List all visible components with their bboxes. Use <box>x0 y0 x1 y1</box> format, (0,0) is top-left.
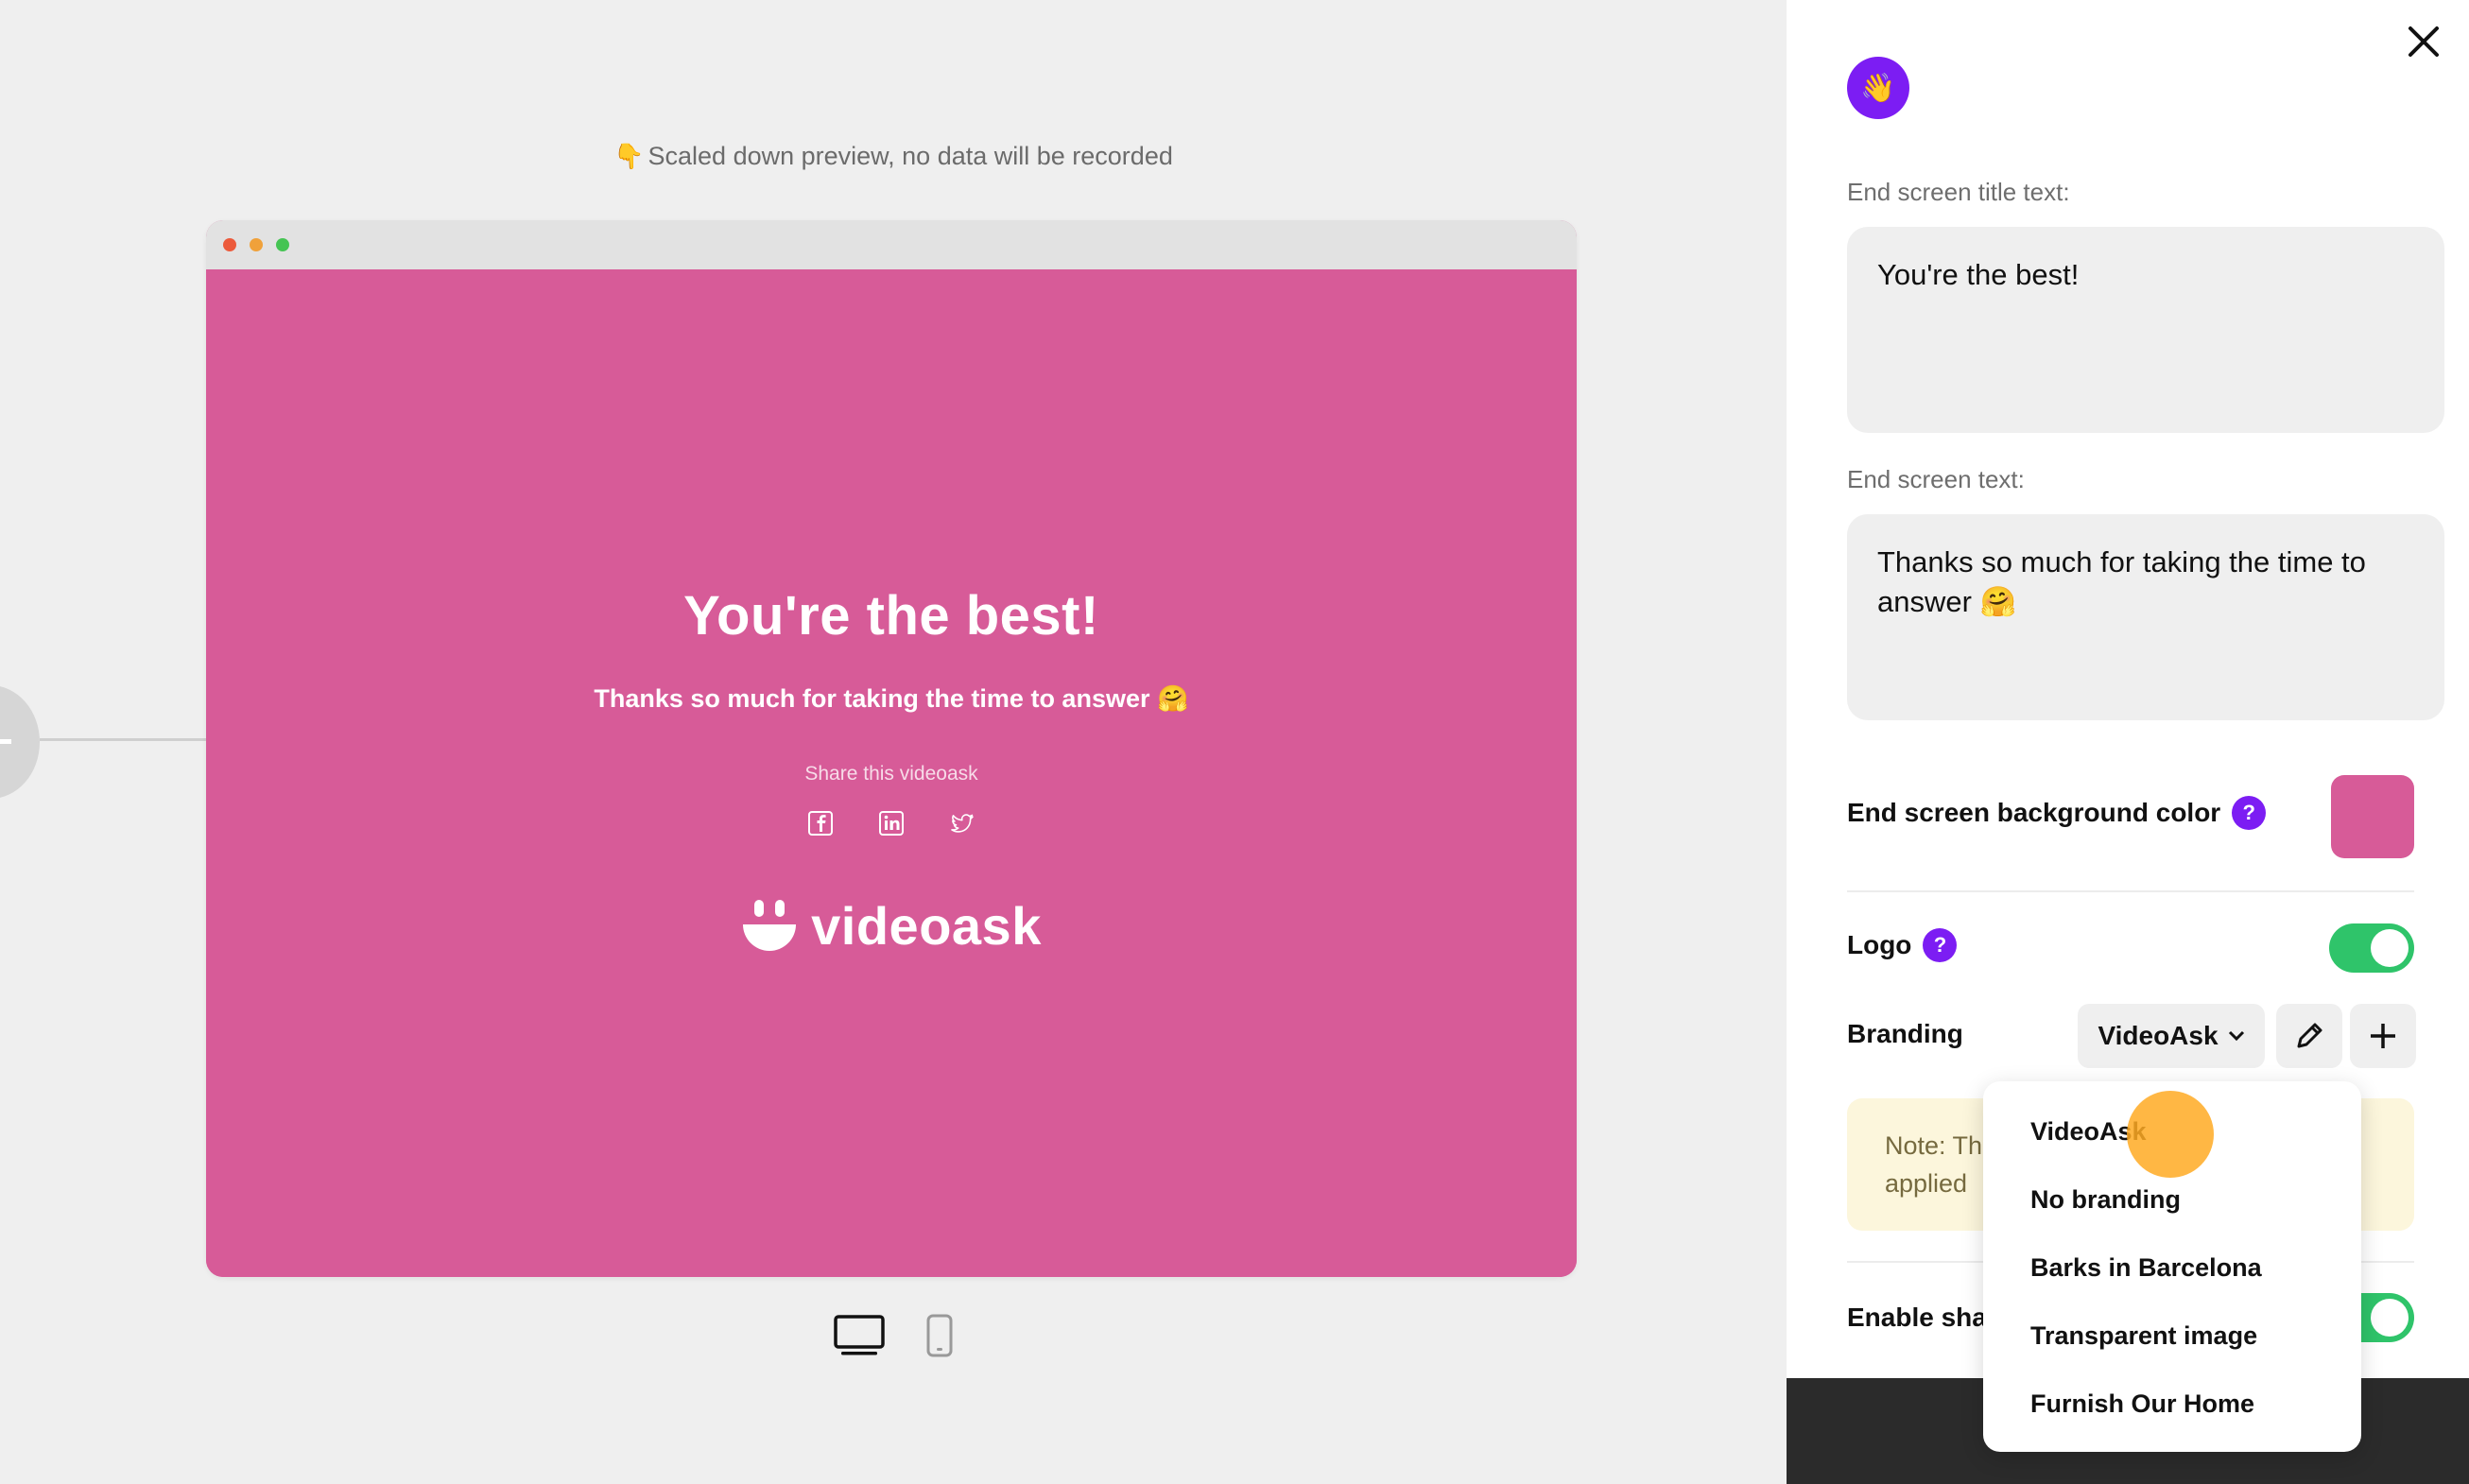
desktop-icon[interactable] <box>834 1315 885 1356</box>
preview-note-text: Scaled down preview, no data will be rec… <box>647 142 1173 170</box>
flow-connector-node[interactable] <box>0 685 40 799</box>
chevron-down-icon <box>2228 1030 2244 1042</box>
window-close-dot <box>223 238 236 251</box>
enable-share-label: Enable shar <box>1847 1303 1997 1332</box>
bg-color-swatch[interactable] <box>2331 775 2414 858</box>
browser-title-bar <box>206 220 1577 269</box>
twitter-icon[interactable] <box>949 810 976 837</box>
bg-color-row: End screen background color ? <box>1847 796 2267 830</box>
branding-select[interactable]: VideoAsk <box>2078 1004 2265 1068</box>
device-toggle <box>0 1314 1787 1357</box>
preview-area: 👇 Scaled down preview, no data will be re… <box>0 0 1787 1484</box>
mobile-icon[interactable] <box>926 1314 953 1357</box>
share-label: Share this videoask <box>804 763 978 785</box>
pencil-icon <box>2297 1023 2322 1048</box>
add-branding-button[interactable] <box>2350 1004 2416 1068</box>
facebook-icon[interactable] <box>807 810 834 837</box>
window-maximize-dot <box>276 238 289 251</box>
bg-color-label: End screen background color <box>1847 798 2221 827</box>
logo-toggle[interactable] <box>2329 923 2414 973</box>
waving-hand-icon: 👋 <box>1847 57 1909 119</box>
end-screen-canvas: You're the best! Thanks so much for taki… <box>206 269 1577 1277</box>
logo-label: Logo <box>1847 930 1912 959</box>
close-icon[interactable] <box>2403 21 2444 62</box>
menu-item-barks-in-barcelona[interactable]: Barks in Barcelona <box>2030 1253 2262 1283</box>
cursor-highlight <box>2127 1091 2214 1178</box>
end-screen-title-input[interactable]: You're the best! <box>1847 227 2444 433</box>
window-minimize-dot <box>250 238 263 251</box>
branding-selected-value: VideoAsk <box>2098 1021 2219 1050</box>
end-screen-title: You're the best! <box>683 585 1099 647</box>
end-screen-text: Thanks so much for taking the time to an… <box>594 684 1189 713</box>
preview-note: 👇 Scaled down preview, no data will be re… <box>0 142 1787 171</box>
end-screen-text-input[interactable]: Thanks so much for taking the time to an… <box>1847 514 2444 720</box>
flow-connector-line <box>40 738 210 741</box>
help-icon[interactable]: ? <box>2232 796 2267 830</box>
text-field-label: End screen text: <box>1847 465 2025 493</box>
help-icon[interactable]: ? <box>1923 928 1958 962</box>
logo-wordmark: videoask <box>811 896 1042 956</box>
branding-label: Branding <box>1847 1019 1963 1048</box>
menu-item-furnish-our-home[interactable]: Furnish Our Home <box>2030 1389 2254 1419</box>
menu-item-no-branding[interactable]: No branding <box>2030 1185 2181 1215</box>
logo-row: Logo ? <box>1847 928 1958 962</box>
pointing-down-icon: 👇 <box>613 142 645 170</box>
smiley-logo-icon <box>743 899 797 951</box>
videoask-logo: videoask <box>206 895 1577 957</box>
share-icons <box>206 810 1577 837</box>
browser-preview-frame: You're the best! Thanks so much for taki… <box>206 220 1577 1277</box>
linkedin-icon[interactable] <box>878 810 905 837</box>
plus-icon <box>2371 1024 2395 1048</box>
divider <box>1847 890 2414 892</box>
menu-item-transparent-image[interactable]: Transparent image <box>2030 1321 2257 1351</box>
edit-branding-button[interactable] <box>2276 1004 2342 1068</box>
title-field-label: End screen title text: <box>1847 178 2070 206</box>
